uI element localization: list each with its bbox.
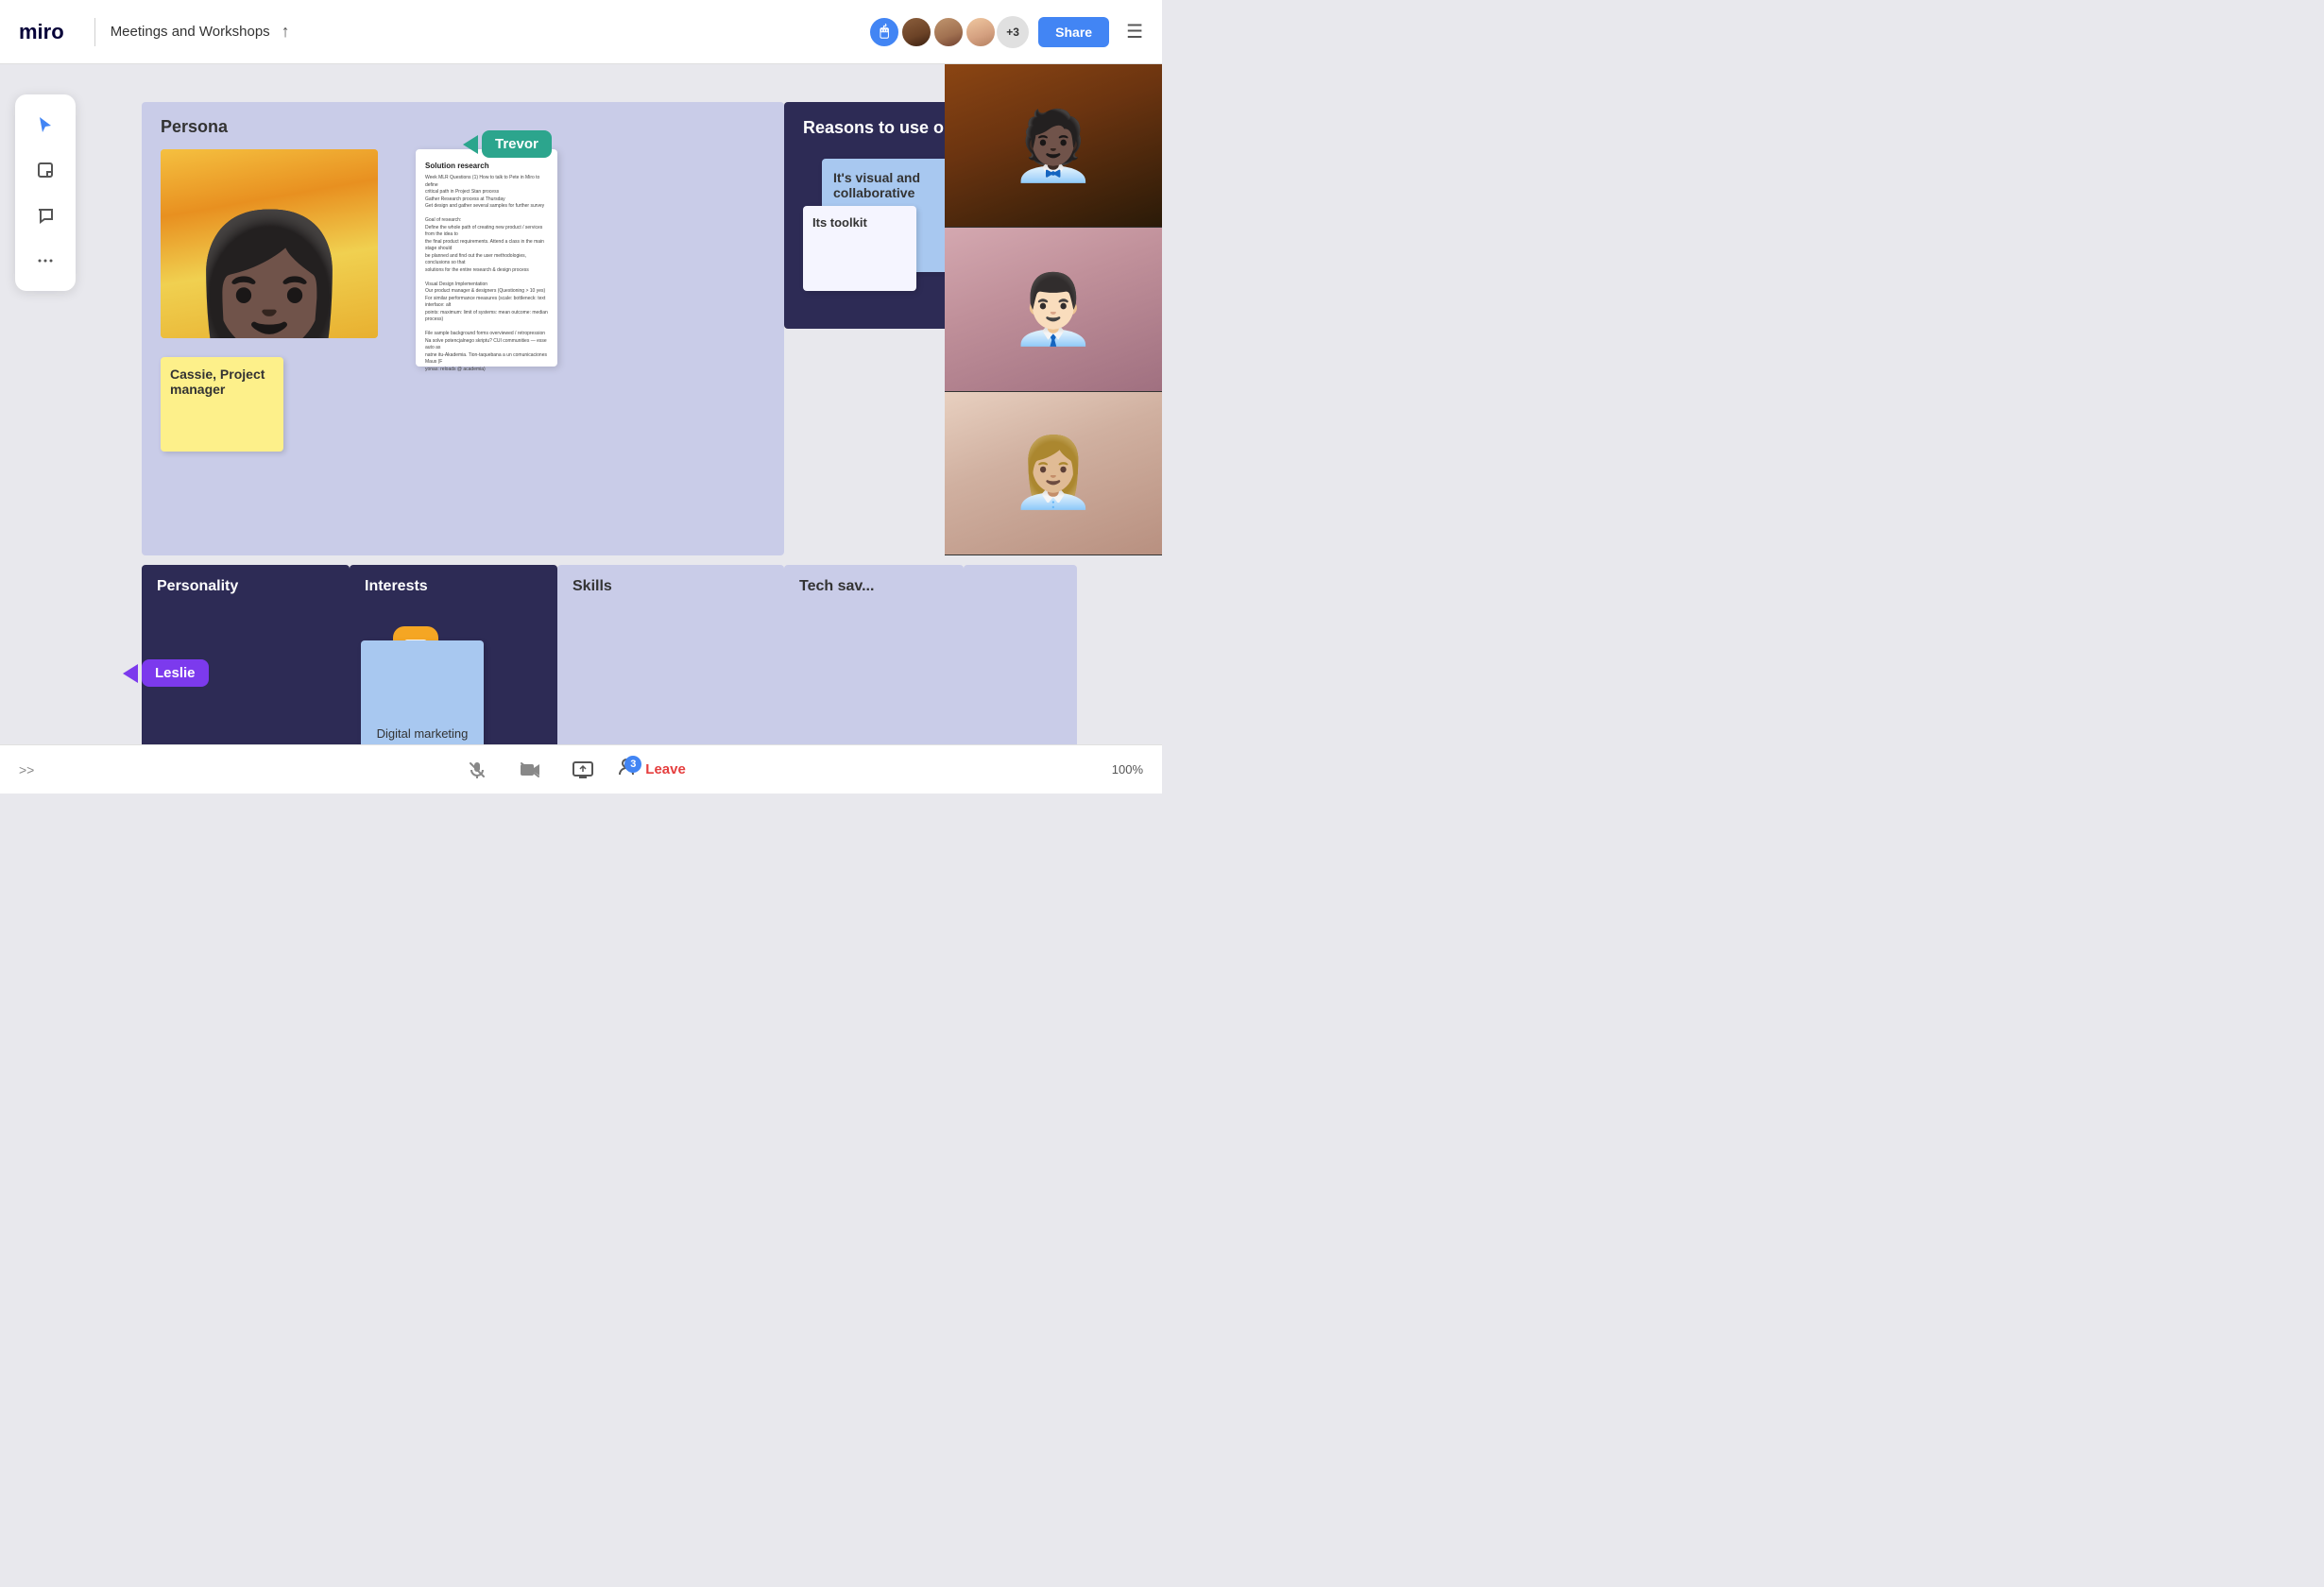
share-button[interactable]: Share bbox=[1038, 17, 1109, 47]
header-right: 🖱 +3 Share ☰ bbox=[868, 16, 1143, 48]
doc-title: Solution research bbox=[425, 161, 548, 171]
left-toolbar bbox=[15, 94, 76, 291]
skills-board-title: Skills bbox=[557, 565, 784, 608]
users-icon-wrap: 3 bbox=[619, 758, 640, 781]
mic-mute-button[interactable] bbox=[460, 753, 494, 787]
cursor-arrow-trevor bbox=[463, 135, 478, 154]
techsav-board-title: Tech sav... bbox=[784, 565, 964, 608]
interests-board-title: Interests bbox=[350, 565, 557, 608]
leave-label[interactable]: Leave bbox=[645, 761, 686, 777]
solution-research-doc: Solution research Week MLR Questions (1)… bbox=[416, 149, 557, 367]
sticky-toolkit: Its toolkit bbox=[803, 206, 916, 291]
bottom-center-controls: 3 Leave bbox=[460, 753, 686, 787]
cursor-arrow-leslie bbox=[123, 664, 138, 683]
header: miro Meetings and Workshops ↑ 🖱 +3 Share… bbox=[0, 0, 1162, 64]
doc-content: Week MLR Questions (1) How to talk to Pe… bbox=[425, 175, 548, 373]
cursor-label-leslie: Leslie bbox=[142, 659, 209, 687]
avatar-count[interactable]: +3 bbox=[997, 16, 1029, 48]
persona-photo: 👩🏿 bbox=[161, 149, 378, 338]
sticky-note-tool-button[interactable] bbox=[26, 151, 64, 189]
comment-tool-button[interactable] bbox=[26, 196, 64, 234]
cursor-label-trevor: Trevor bbox=[482, 130, 552, 158]
zoom-level[interactable]: 100% bbox=[1112, 762, 1143, 776]
avatar-user1[interactable] bbox=[900, 16, 932, 48]
personality-board: Personality Hard working Responsible bbox=[142, 565, 350, 744]
avatar-group: 🖱 +3 bbox=[868, 16, 1029, 48]
cursor-leslie: Leslie bbox=[123, 659, 209, 687]
board-title[interactable]: Meetings and Workshops bbox=[111, 24, 270, 40]
video-cell-2: 👨🏻‍💼 bbox=[945, 228, 1162, 391]
avatar-user2[interactable] bbox=[932, 16, 965, 48]
upload-button[interactable]: ↑ bbox=[282, 22, 290, 42]
logo: miro bbox=[19, 20, 64, 44]
video-cell-3: 👩🏼‍💼 bbox=[945, 392, 1162, 555]
sticky-digital-marketing: Digital marketing bbox=[361, 640, 484, 744]
personality-board-title: Personality bbox=[142, 565, 350, 608]
techsav-partial-board bbox=[964, 565, 1077, 744]
camera-mute-button[interactable] bbox=[513, 753, 547, 787]
video-cell-1: 🧑🏿‍💼 bbox=[945, 64, 1162, 228]
nav-expand-button[interactable]: >> bbox=[19, 762, 34, 777]
techsav-board: Tech sav... Advanced bbox=[784, 565, 964, 744]
video-panel: 🧑🏿‍💼 👨🏻‍💼 👩🏼‍💼 bbox=[945, 64, 1162, 555]
leave-button[interactable]: 3 Leave bbox=[619, 758, 686, 781]
header-divider bbox=[94, 18, 95, 46]
cursor-trevor: Trevor bbox=[463, 130, 552, 158]
avatar-user3[interactable] bbox=[965, 16, 997, 48]
screen-share-button[interactable] bbox=[566, 753, 600, 787]
canvas[interactable]: 🧑🏿‍💼 👨🏻‍💼 👩🏼‍💼 Trevor Leslie bbox=[0, 64, 1162, 744]
avatar-cursor-icon: 🖱 bbox=[868, 16, 900, 48]
more-tools-button[interactable] bbox=[26, 242, 64, 280]
bottom-bar: >> bbox=[0, 744, 1162, 794]
menu-icon[interactable]: ☰ bbox=[1126, 20, 1143, 43]
skills-board: Skills Good leader bbox=[557, 565, 784, 744]
persona-board: Persona 👩🏿 Cassie, Project manager Solut… bbox=[142, 102, 784, 555]
cursor-tool-button[interactable] bbox=[26, 106, 64, 144]
persona-name-sticky: Cassie, Project manager bbox=[161, 357, 283, 452]
